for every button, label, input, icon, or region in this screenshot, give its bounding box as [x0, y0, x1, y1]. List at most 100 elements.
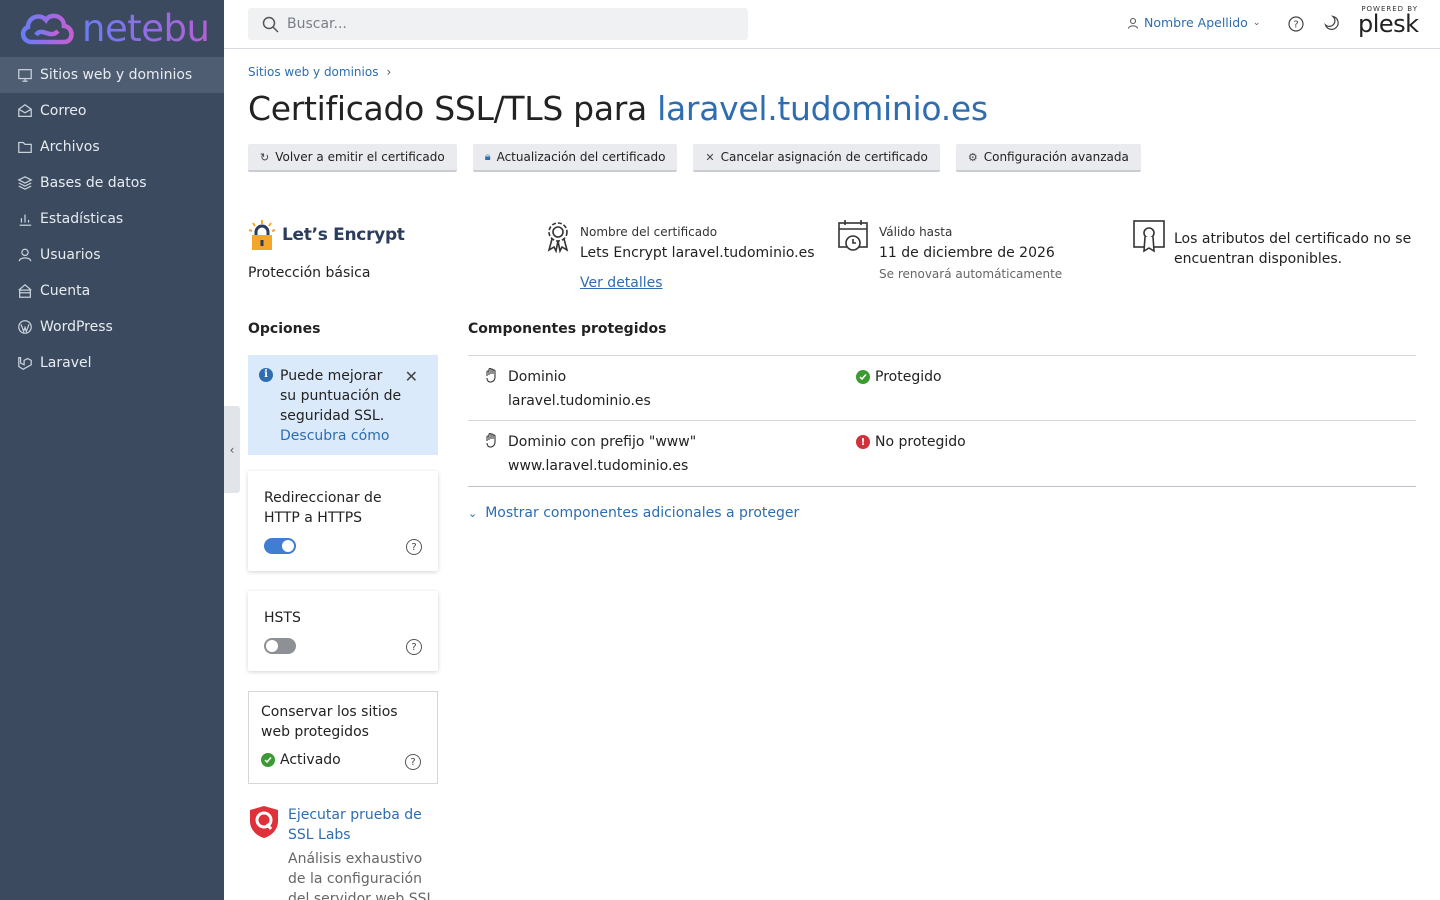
sidebar-item-label: Sitios web y dominios [40, 67, 193, 83]
refresh-icon: ↻ [260, 150, 270, 164]
components-table: Dominio laravel.tudominio.es Protegido Domi… [468, 355, 1416, 487]
brand-logo[interactable]: netebu [0, 0, 224, 57]
error-circle-icon: ! [856, 435, 870, 449]
dark-mode-icon[interactable] [1324, 15, 1340, 35]
award-badge-icon [547, 222, 569, 253]
sidebar-item-label: Usuarios [40, 247, 101, 263]
chevron-left-icon: ‹ [229, 442, 235, 457]
globe-hand-icon [486, 367, 496, 383]
sidebar-item-wordpress[interactable]: WordPress [0, 309, 224, 345]
advanced-settings-button[interactable]: ⚙ Configuración avanzada [955, 144, 1141, 172]
letsencrypt-logo: Let’s Encrypt [248, 219, 405, 251]
help-icon[interactable]: ? [405, 754, 421, 770]
search-bar[interactable] [248, 8, 748, 40]
unassign-certificate-button[interactable]: ✕ Cancelar asignación de certificado [693, 144, 940, 172]
toolbar: ↻ Volver a emitir el certificado 🔒︎ Actual… [248, 144, 1157, 172]
user-icon [16, 246, 34, 264]
cloud-logo-icon [20, 13, 74, 44]
certificate-name-label: Nombre del certificado [580, 225, 718, 239]
upgrade-certificate-button[interactable]: 🔒︎ Actualización del certificado [472, 144, 678, 172]
mail-icon [16, 102, 34, 120]
show-more-components-link[interactable]: ⌄ Mostrar componentes adicionales a prot… [468, 505, 799, 521]
ssl-labs-link[interactable]: Ejecutar prueba de SSL Labs [288, 805, 440, 845]
component-status-text: Protegido [875, 369, 942, 385]
page-title-domain[interactable]: laravel.tudominio.es [657, 89, 988, 128]
sidebar: netebu Sitios web y dominios Correo Archiv… [0, 0, 224, 900]
ssl-labs-description: Análisis exhaustivo de la configuración … [288, 851, 435, 900]
valid-until-value: 11 de diciembre de 2026 [879, 245, 1055, 261]
close-icon[interactable]: ✕ [405, 367, 418, 387]
chevron-right-icon: › [386, 65, 392, 79]
sidebar-item-bases-de-datos[interactable]: Bases de datos [0, 165, 224, 201]
sidebar-item-laravel[interactable]: Laravel [0, 345, 224, 381]
certificate-summary: Let’s Encrypt Protección básica Nombre d… [248, 219, 1416, 299]
component-name: Dominio con prefijo "www" [508, 434, 697, 450]
close-icon: ✕ [705, 150, 715, 164]
hsts-toggle[interactable] [264, 638, 296, 654]
provider-block: Let’s Encrypt Protección básica [248, 219, 405, 281]
monitor-icon [16, 66, 34, 84]
user-icon [1127, 17, 1139, 29]
folder-icon [16, 138, 34, 156]
components-title: Componentes protegidos [468, 321, 667, 337]
gear-icon: ⚙ [967, 150, 978, 164]
certificate-icon [1133, 220, 1165, 253]
brand-name: netebu [82, 7, 210, 50]
options-title: Opciones [248, 321, 321, 337]
help-icon[interactable]: ? [1288, 16, 1304, 36]
sidebar-item-sitios-web-y-dominios[interactable]: Sitios web y dominios [0, 57, 224, 93]
bar-chart-icon [16, 210, 34, 228]
sidebar-item-correo[interactable]: Correo [0, 93, 224, 129]
tip-link[interactable]: Descubra cómo [280, 426, 426, 446]
view-details-link[interactable]: Ver detalles [580, 275, 815, 291]
user-menu[interactable]: Nombre Apellido ⌄ [1127, 15, 1260, 30]
check-circle-icon [261, 753, 275, 767]
ssl-labs-shield-icon [250, 806, 278, 838]
letsencrypt-lock-icon [248, 220, 276, 250]
sidebar-item-label: WordPress [40, 319, 113, 335]
lock-icon: 🔒︎ [484, 150, 491, 163]
sidebar-item-label: Laravel [40, 355, 92, 371]
redirect-https-toggle[interactable] [264, 538, 296, 554]
sidebar-collapse-handle[interactable]: ‹ [224, 406, 240, 493]
keep-protected-label: Conservar los sitios web protegidos [261, 704, 398, 740]
tip-text: Puede mejorar su puntuación de seguridad… [280, 368, 402, 424]
plesk-logo: POWERED BY plesk [1358, 6, 1419, 37]
validity-block: Válido hasta 11 de diciembre de 2026 Se … [837, 219, 1062, 281]
attributes-block: Los atributos del certificado no se encu… [1132, 219, 1414, 269]
check-circle-icon [856, 370, 870, 384]
calendar-clock-icon [838, 220, 868, 251]
user-name: Nombre Apellido [1144, 15, 1248, 30]
advanced-label: Configuración avanzada [983, 150, 1129, 164]
sidebar-item-cuenta[interactable]: Cuenta [0, 273, 224, 309]
sidebar-item-usuarios[interactable]: Usuarios [0, 237, 224, 273]
component-status-text: No protegido [875, 434, 966, 450]
help-icon[interactable]: ? [406, 639, 422, 655]
database-icon [16, 174, 34, 192]
page-title-prefix: Certificado SSL/TLS para [248, 89, 658, 128]
sidebar-item-archivos[interactable]: Archivos [0, 129, 224, 165]
hsts-label: HSTS [264, 610, 301, 626]
component-status: ! No protegido [856, 434, 966, 450]
sidebar-item-estadísticas[interactable]: Estadísticas [0, 201, 224, 237]
reissue-label: Volver a emitir el certificado [275, 150, 445, 164]
topbar: Nombre Apellido ⌄ ? POWERED BY plesk [224, 0, 1440, 49]
search-input[interactable] [287, 16, 727, 32]
account-icon [16, 282, 34, 300]
reissue-certificate-button[interactable]: ↻ Volver a emitir el certificado [248, 144, 457, 172]
table-row: Dominio con prefijo "www" www.laravel.tud… [468, 421, 1416, 486]
sidebar-item-label: Bases de datos [40, 175, 147, 191]
sidebar-item-label: Correo [40, 103, 87, 119]
certificate-name-block: Nombre del certificado Lets Encrypt lara… [544, 219, 815, 291]
protection-level: Protección básica [248, 265, 371, 281]
ssl-score-tip: i Puede mejorar su puntuación de segurid… [248, 355, 438, 455]
breadcrumb-link[interactable]: Sitios web y dominios [248, 65, 378, 79]
component-domain: laravel.tudominio.es [508, 393, 651, 409]
sidebar-item-label: Archivos [40, 139, 100, 155]
help-icon[interactable]: ? [406, 539, 422, 555]
component-domain: www.laravel.tudominio.es [508, 458, 689, 474]
certificate-name-value: Lets Encrypt laravel.tudominio.es [580, 245, 815, 261]
keep-protected-status: Activado [261, 752, 425, 768]
table-row: Dominio laravel.tudominio.es Protegido [468, 356, 1416, 421]
upgrade-label: Actualización del certificado [496, 150, 666, 164]
